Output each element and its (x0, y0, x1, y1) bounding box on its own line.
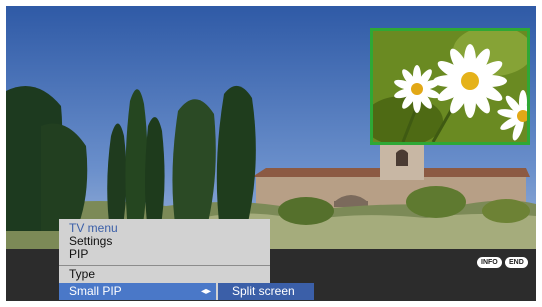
menu-item-small-pip-label: Small PIP (69, 284, 122, 298)
submenu-option-label: Split screen (232, 284, 295, 298)
submenu-option-split-screen[interactable]: Split screen (218, 283, 314, 300)
breadcrumb-settings[interactable]: Settings (59, 235, 270, 248)
left-right-arrows-icon: ◂▸ (200, 286, 211, 297)
pip-picture (373, 31, 527, 142)
menu-item-type[interactable]: Type (59, 265, 270, 283)
menu-title: TV menu (69, 221, 118, 235)
info-button[interactable]: INFO (477, 257, 502, 268)
end-button[interactable]: END (505, 257, 528, 268)
pip-window (370, 28, 530, 145)
breadcrumb-pip[interactable]: PIP (59, 248, 270, 261)
menu-item-small-pip[interactable]: Small PIP ◂▸ (59, 283, 216, 300)
